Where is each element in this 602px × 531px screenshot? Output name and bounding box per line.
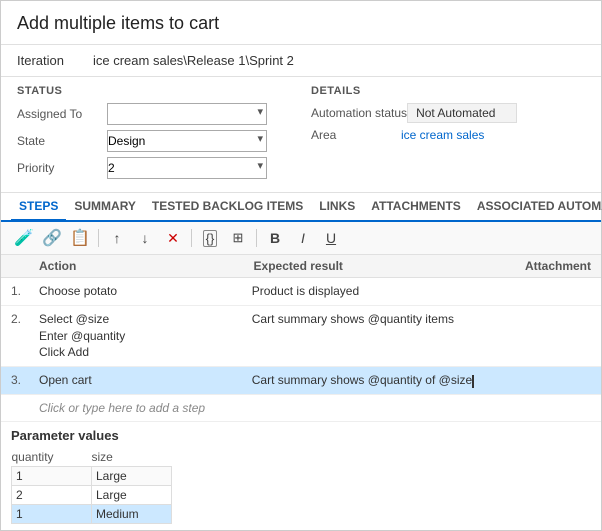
insert-param-icon: {} (203, 230, 218, 247)
steps-table-header: Action Expected result Attachment (1, 255, 601, 278)
tabs-bar: STEPS SUMMARY TESTED BACKLOG ITEMS LINKS… (1, 193, 601, 222)
param-values-section: Parameter values quantity size 1 Large 2… (1, 422, 601, 530)
assigned-to-row: Assigned To (17, 103, 291, 125)
toolbar: 🧪 🔗 📋 ↑ ↓ ✕ {} ⊞ B I U (1, 222, 601, 255)
col-num-header (11, 259, 39, 273)
automation-status-row: Automation status Not Automated (311, 103, 585, 123)
move-down-button[interactable]: ↓ (132, 226, 158, 250)
step-row-1[interactable]: 1. Choose potato Product is displayed (1, 278, 601, 306)
tab-attachments[interactable]: ATTACHMENTS (363, 193, 469, 222)
param-values-table: quantity size 1 Large 2 Large 1 Medium (11, 448, 172, 524)
details-header: DETAILS (311, 85, 585, 97)
area-row: Area ice cream sales (311, 128, 585, 142)
italic-button[interactable]: I (290, 226, 316, 250)
step-row-3[interactable]: 3. Open cart Cart summary shows @quantit… (1, 367, 601, 395)
iteration-row: Iteration ice cream sales\Release 1\Spri… (1, 45, 601, 77)
state-label: State (17, 134, 107, 148)
add-step-row[interactable]: Click or type here to add a step (1, 395, 601, 422)
details-section: DETAILS Automation status Not Automated … (311, 85, 585, 184)
param-row-3[interactable]: 1 Medium (12, 504, 172, 523)
priority-wrapper[interactable]: 1 2 3 4 (107, 157, 267, 179)
shared-param-icon: ⊞ (233, 230, 244, 246)
step-row-2[interactable]: 2. Select @sizeEnter @quantityClick Add … (1, 306, 601, 367)
param-row-2-quantity[interactable]: 2 (12, 485, 92, 504)
param-row-3-size[interactable]: Medium (92, 504, 172, 523)
step-action-2[interactable]: Select @sizeEnter @quantityClick Add (39, 311, 252, 361)
iteration-label: Iteration (17, 53, 77, 68)
area-value: ice cream sales (401, 128, 484, 142)
state-wrapper[interactable]: Design Ready In Progress Done (107, 130, 267, 152)
step-action-1[interactable]: Choose potato (39, 283, 252, 300)
tab-tested-backlog[interactable]: TESTED BACKLOG ITEMS (144, 193, 311, 222)
col-attach-header: Attachment (511, 259, 591, 273)
delete-button[interactable]: ✕ (160, 226, 186, 250)
status-section: STATUS Assigned To State Design Ready In… (17, 85, 291, 184)
tab-summary[interactable]: SUMMARY (66, 193, 144, 222)
automation-status-value: Not Automated (407, 103, 517, 123)
area-label: Area (311, 128, 401, 142)
add-step-button[interactable]: 🧪 (11, 226, 37, 250)
form-section: STATUS Assigned To State Design Ready In… (1, 77, 601, 193)
step-num-3: 3. (11, 372, 39, 387)
separator-2 (191, 229, 192, 247)
shared-param-button[interactable]: ⊞ (225, 226, 251, 250)
param-col-size: size (92, 448, 172, 467)
insert-param-button[interactable]: {} (197, 226, 223, 250)
delete-icon: ✕ (167, 230, 179, 247)
add-step-icon: 🧪 (14, 228, 34, 248)
add-step-text: Click or type here to add a step (39, 401, 205, 415)
dialog-title: Add multiple items to cart (1, 1, 601, 45)
status-header: STATUS (17, 85, 291, 97)
step-result-2[interactable]: Cart summary shows @quantity items (252, 311, 511, 328)
separator-1 (98, 229, 99, 247)
param-row-2-size[interactable]: Large (92, 485, 172, 504)
assigned-to-select[interactable] (107, 103, 267, 125)
insert-shared-step-button[interactable]: 📋 (67, 226, 93, 250)
col-action-header: Action (39, 259, 254, 273)
tab-steps[interactable]: STEPS (11, 193, 66, 222)
step-num-2: 2. (11, 311, 39, 326)
priority-select[interactable]: 1 2 3 4 (107, 157, 267, 179)
param-row-3-quantity[interactable]: 1 (12, 504, 92, 523)
state-row: State Design Ready In Progress Done (17, 130, 291, 152)
underline-button[interactable]: U (318, 226, 344, 250)
priority-label: Priority (17, 161, 107, 175)
move-up-button[interactable]: ↑ (104, 226, 130, 250)
step-num-1: 1. (11, 283, 39, 298)
param-row-2[interactable]: 2 Large (12, 485, 172, 504)
state-select[interactable]: Design Ready In Progress Done (107, 130, 267, 152)
automation-status-label: Automation status (311, 106, 407, 120)
insert-shared-step-icon: 📋 (70, 228, 90, 248)
cursor (472, 375, 474, 388)
separator-3 (256, 229, 257, 247)
param-header-row: quantity size (12, 448, 172, 467)
step-action-3[interactable]: Open cart (39, 372, 252, 389)
col-result-header: Expected result (254, 259, 511, 273)
bold-icon: B (270, 230, 280, 246)
tab-links[interactable]: LINKS (311, 193, 363, 222)
param-values-title: Parameter values (11, 428, 591, 443)
priority-row: Priority 1 2 3 4 (17, 157, 291, 179)
add-shared-step-icon: 🔗 (42, 228, 62, 248)
param-row-1-size[interactable]: Large (92, 466, 172, 485)
add-shared-step-button[interactable]: 🔗 (39, 226, 65, 250)
step-result-3[interactable]: Cart summary shows @quantity of @size (252, 372, 511, 389)
move-up-icon: ↑ (114, 230, 121, 246)
move-down-icon: ↓ (142, 230, 149, 246)
underline-icon: U (326, 230, 336, 246)
assigned-to-label: Assigned To (17, 107, 107, 121)
iteration-value: ice cream sales\Release 1\Sprint 2 (93, 53, 294, 68)
param-row-1[interactable]: 1 Large (12, 466, 172, 485)
tab-associated-automation[interactable]: ASSOCIATED AUTOMATION (469, 193, 602, 222)
param-row-1-quantity[interactable]: 1 (12, 466, 92, 485)
bold-button[interactable]: B (262, 226, 288, 250)
italic-icon: I (301, 230, 305, 246)
param-col-quantity: quantity (12, 448, 92, 467)
step-result-1[interactable]: Product is displayed (252, 283, 511, 300)
assigned-to-wrapper[interactable] (107, 103, 267, 125)
